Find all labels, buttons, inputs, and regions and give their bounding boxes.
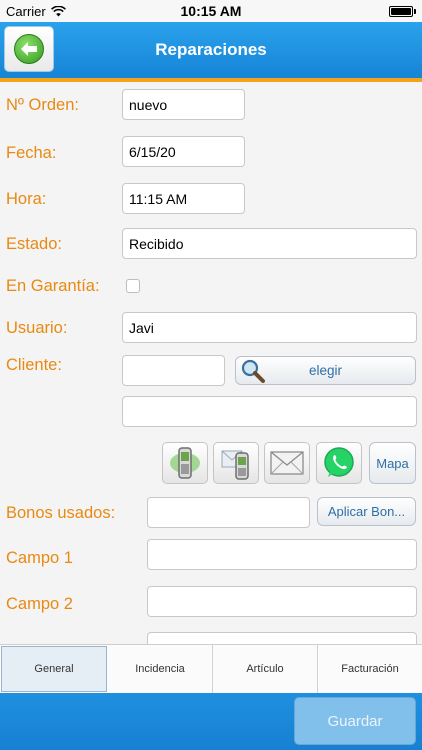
aplicar-bono-label: Aplicar Bon... bbox=[327, 504, 406, 519]
aplicar-bono-button[interactable]: Aplicar Bon... bbox=[317, 497, 416, 526]
whatsapp-icon bbox=[324, 447, 354, 477]
save-button[interactable]: Guardar bbox=[294, 697, 416, 745]
campo2-label: Campo 2 bbox=[6, 595, 73, 613]
navigation-bar: Reparaciones bbox=[0, 22, 422, 78]
fecha-field[interactable]: 6/15/20 bbox=[122, 136, 245, 167]
whatsapp-button[interactable] bbox=[316, 442, 362, 484]
tab-articulo[interactable]: Artículo bbox=[213, 645, 318, 693]
sms-button[interactable] bbox=[213, 442, 259, 484]
email-icon bbox=[270, 451, 304, 475]
tab-incidencia[interactable]: Incidencia bbox=[108, 645, 213, 693]
campo2-field[interactable] bbox=[147, 586, 417, 617]
garantia-checkbox[interactable] bbox=[126, 279, 140, 293]
bottom-toolbar: Guardar bbox=[0, 693, 422, 750]
usuario-label: Usuario: bbox=[6, 319, 68, 337]
status-bar: Carrier 10:15 AM bbox=[0, 0, 422, 22]
hora-label: Hora: bbox=[6, 190, 47, 208]
back-button[interactable] bbox=[4, 26, 54, 72]
carrier-label: Carrier bbox=[6, 3, 46, 19]
usuario-field[interactable]: Javi bbox=[122, 312, 417, 343]
estado-field[interactable]: Recibido bbox=[122, 228, 417, 259]
bonos-label: Bonos usados: bbox=[6, 504, 116, 522]
campo1-label: Campo 1 bbox=[6, 549, 73, 567]
sms-icon bbox=[221, 450, 249, 480]
garantia-label: En Garantía: bbox=[6, 277, 100, 295]
bonos-field[interactable] bbox=[147, 497, 310, 528]
elegir-label: elegir bbox=[308, 363, 343, 378]
elegir-button[interactable]: elegir bbox=[235, 356, 416, 385]
mapa-button[interactable]: Mapa bbox=[369, 442, 416, 484]
battery-icon bbox=[389, 5, 416, 17]
orden-label: Nº Orden: bbox=[6, 96, 79, 114]
orden-field[interactable]: nuevo bbox=[122, 89, 245, 120]
campo3-field[interactable] bbox=[147, 632, 417, 644]
cliente-label: Cliente: bbox=[6, 356, 62, 374]
form-area[interactable]: Nº Orden: nuevo Fecha: 6/15/20 Hora: 11:… bbox=[0, 82, 422, 644]
tab-general[interactable]: General bbox=[1, 646, 107, 692]
wifi-icon bbox=[50, 5, 66, 16]
cliente-field[interactable] bbox=[122, 355, 225, 386]
carrier-group: Carrier bbox=[6, 4, 66, 19]
estado-label: Estado: bbox=[6, 235, 62, 253]
hora-field[interactable]: 11:15 AM bbox=[122, 183, 245, 214]
page-title: Reparaciones bbox=[155, 40, 267, 59]
search-icon bbox=[241, 359, 265, 383]
fecha-label: Fecha: bbox=[6, 144, 57, 162]
call-button[interactable] bbox=[162, 442, 208, 484]
campo1-field[interactable] bbox=[147, 539, 417, 570]
mapa-label: Mapa bbox=[376, 455, 409, 471]
cliente-detail-field[interactable] bbox=[122, 396, 417, 427]
tab-facturacion[interactable]: Facturación bbox=[318, 645, 422, 693]
email-button[interactable] bbox=[264, 442, 310, 484]
tab-bar: General Incidencia Artículo Facturación bbox=[0, 644, 422, 693]
back-arrow-icon bbox=[14, 34, 44, 64]
phone-call-icon bbox=[170, 447, 200, 479]
